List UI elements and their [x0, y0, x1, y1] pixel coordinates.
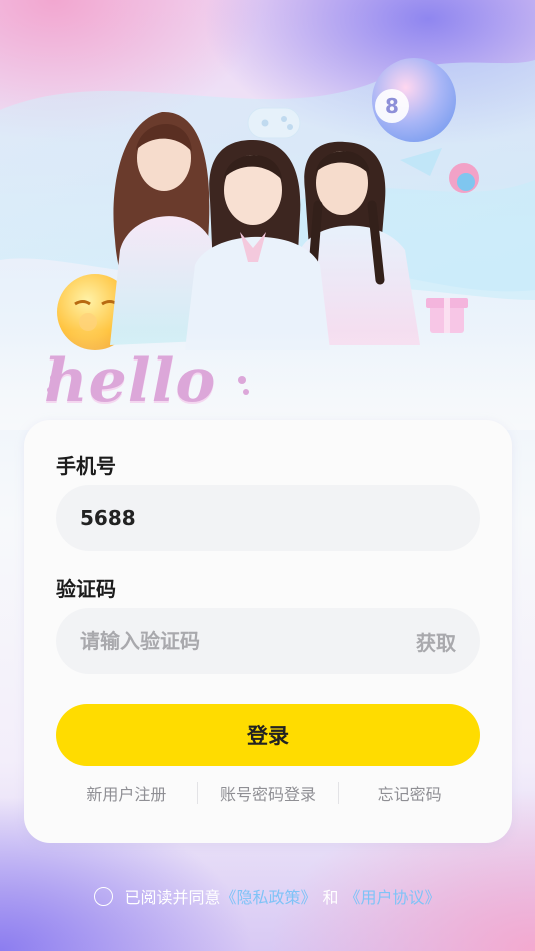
agreement-row: 已阅读并同意 《隐私政策》 和 《用户协议》	[0, 884, 535, 908]
login-card: 手机号 验证码 获取 登录 新用户注册 账号密码登录 忘记密码	[24, 420, 512, 843]
gift-box-icon	[426, 298, 468, 333]
phone-label: 手机号	[56, 454, 116, 478]
password-login-link[interactable]: 账号密码登录	[198, 781, 339, 805]
svg-text:8: 8	[385, 94, 399, 118]
register-link[interactable]: 新用户注册	[56, 781, 197, 805]
code-field[interactable]: 获取	[56, 608, 480, 674]
sparkle-right-icon	[238, 376, 249, 395]
code-input[interactable]	[80, 629, 416, 653]
user-agreement-link[interactable]: 《用户协议》	[345, 884, 441, 908]
sparkle-left-icon	[47, 374, 58, 393]
agreement-and: 和	[322, 888, 339, 907]
agreement-prefix: 已阅读并同意	[124, 888, 221, 907]
radio-unchecked-icon[interactable]	[94, 886, 114, 906]
get-code-button[interactable]: 获取	[416, 627, 456, 656]
hello-greeting: hello	[44, 346, 217, 416]
eight-ball-icon: 8	[372, 58, 456, 142]
login-button[interactable]: 登录	[56, 704, 480, 766]
game-controller-icon	[247, 107, 301, 139]
privacy-policy-link[interactable]: 《隐私政策》	[220, 884, 316, 908]
code-label: 验证码	[56, 577, 116, 601]
auth-links: 新用户注册 账号密码登录 忘记密码	[56, 778, 480, 808]
phone-input[interactable]	[80, 506, 456, 530]
phone-field[interactable]	[56, 485, 480, 551]
forgot-password-link[interactable]: 忘记密码	[339, 781, 480, 805]
